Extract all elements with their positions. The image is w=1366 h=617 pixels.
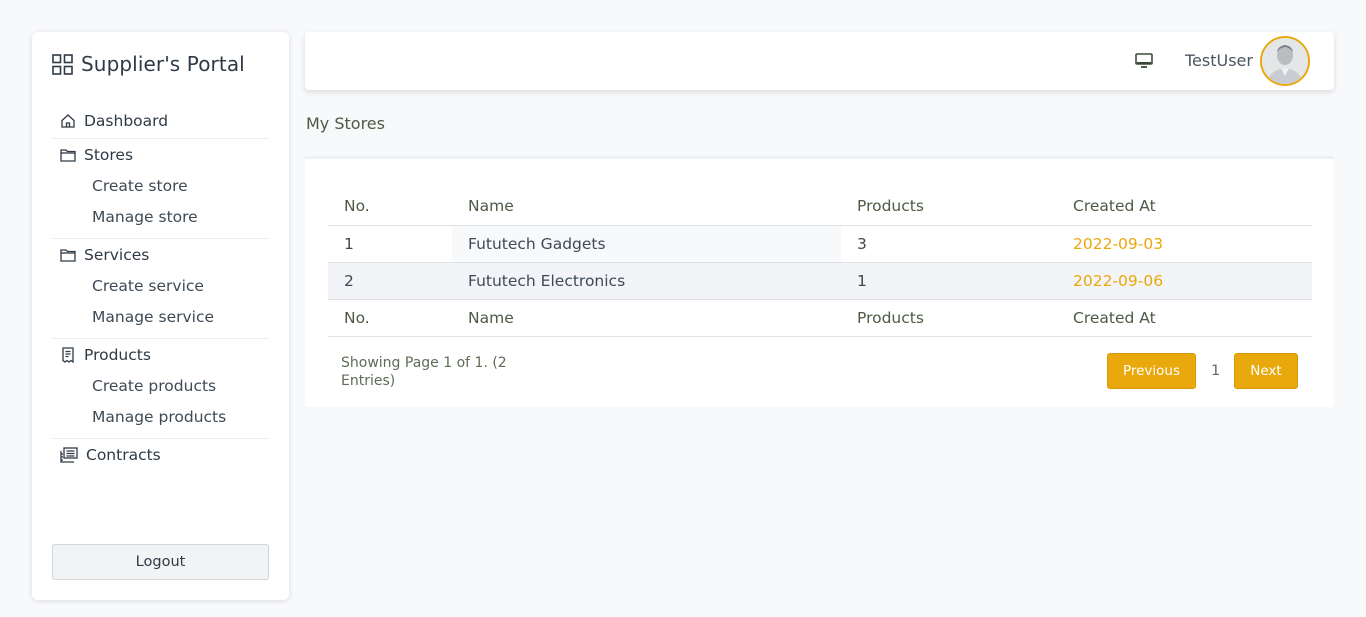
table-header-row: No. Name Products Created At <box>328 188 1312 225</box>
nav-group-contracts: Contracts <box>52 439 269 472</box>
cell-created-at: 2022-09-06 <box>1057 262 1312 299</box>
table-row[interactable]: 2 Fututech Electronics 1 2022-09-06 <box>328 262 1312 299</box>
receipt-icon <box>62 347 74 363</box>
stores-table: No. Name Products Created At 1 Fututech … <box>328 188 1312 337</box>
next-button[interactable]: Next <box>1234 353 1298 389</box>
previous-button[interactable]: Previous <box>1107 353 1196 389</box>
sidebar-item-label: Dashboard <box>84 112 169 130</box>
column-header-name[interactable]: Name <box>452 188 841 225</box>
folder-icon <box>60 249 76 262</box>
footer-header-created-at: Created At <box>1073 308 1156 327</box>
home-icon <box>61 114 75 128</box>
topbar: TestUser <box>305 32 1334 90</box>
sidebar-item-manage-service[interactable]: Manage service <box>52 301 269 332</box>
avatar[interactable] <box>1260 36 1310 86</box>
user-avatar-icon <box>1262 38 1308 84</box>
table-row[interactable]: 1 Fututech Gadgets 3 2022-09-03 <box>328 225 1312 262</box>
column-header-created-at[interactable]: Created At <box>1057 188 1312 225</box>
footer-header-no: No. <box>344 308 370 327</box>
logout-button[interactable]: Logout <box>52 544 269 580</box>
folder-icon <box>60 149 76 162</box>
cell-name: Fututech Electronics <box>452 262 841 299</box>
contracts-icon <box>60 447 78 463</box>
username[interactable]: TestUser <box>1185 51 1253 70</box>
cell-no: 1 <box>328 225 452 262</box>
sidebar: Supplier's Portal Dashboard Stores Creat… <box>32 32 289 600</box>
footer-header-name: Name <box>468 308 514 327</box>
stores-card: No. Name Products Created At 1 Fututech … <box>305 156 1334 407</box>
sidebar-item-manage-store[interactable]: Manage store <box>52 201 269 232</box>
brand-title: Supplier's Portal <box>81 52 245 76</box>
sidebar-item-contracts[interactable]: Contracts <box>52 444 269 466</box>
sidebar-item-services[interactable]: Services <box>52 244 269 266</box>
cell-created-at: 2022-09-03 <box>1057 225 1312 262</box>
sidebar-item-create-service[interactable]: Create service <box>52 270 269 301</box>
sidebar-item-products[interactable]: Products <box>52 344 269 366</box>
cell-products: 3 <box>841 225 1057 262</box>
sidebar-item-create-store[interactable]: Create store <box>52 170 269 201</box>
sidebar-item-label: Services <box>84 246 150 264</box>
grid-icon <box>52 53 73 75</box>
cell-name: Fututech Gadgets <box>452 225 841 262</box>
page-number[interactable]: 1 <box>1211 363 1220 379</box>
sidebar-nav: Dashboard Stores Create store Manage sto… <box>52 105 269 472</box>
column-header-no[interactable]: No. <box>328 188 452 225</box>
cell-products: 1 <box>841 262 1057 299</box>
page-title: My Stores <box>306 114 385 133</box>
sidebar-item-dashboard[interactable]: Dashboard <box>52 110 269 132</box>
footer-header-products: Products <box>857 308 924 327</box>
sidebar-item-stores[interactable]: Stores <box>52 144 269 166</box>
sidebar-item-label: Stores <box>84 146 134 164</box>
sidebar-item-create-products[interactable]: Create products <box>52 370 269 401</box>
brand[interactable]: Supplier's Portal <box>52 52 245 76</box>
sidebar-item-manage-products[interactable]: Manage products <box>52 401 269 432</box>
nav-group-stores: Stores Create store Manage store <box>52 139 269 239</box>
sidebar-item-label: Products <box>84 346 151 364</box>
monitor-icon[interactable] <box>1134 52 1154 70</box>
nav-group-services: Services Create service Manage service <box>52 239 269 339</box>
sidebar-item-label: Contracts <box>86 446 161 464</box>
table-footer-row: No. Name Products Created At <box>328 299 1312 336</box>
cell-no: 2 <box>328 262 452 299</box>
nav-group-products: Products Create products Manage products <box>52 339 269 439</box>
column-header-products[interactable]: Products <box>841 188 1057 225</box>
pagination-info: Showing Page 1 of 1. (2 Entries) <box>341 355 507 389</box>
nav-group-dashboard: Dashboard <box>52 105 269 139</box>
